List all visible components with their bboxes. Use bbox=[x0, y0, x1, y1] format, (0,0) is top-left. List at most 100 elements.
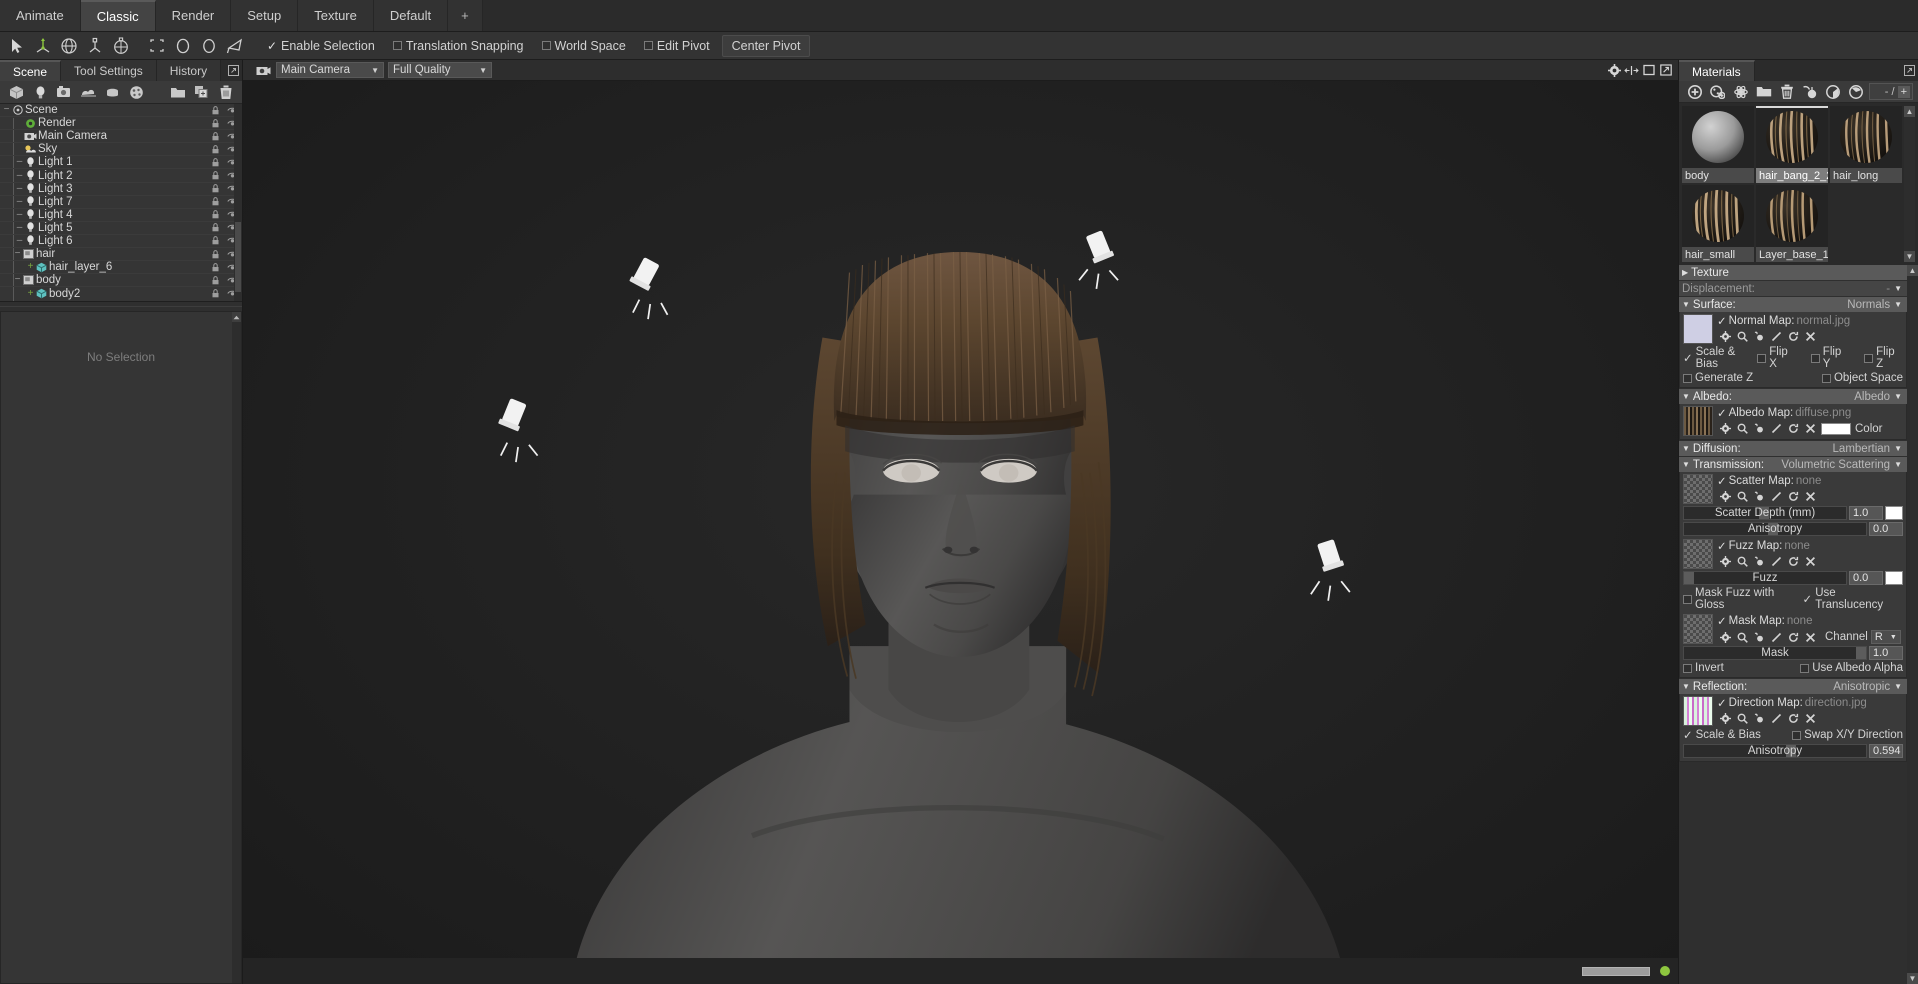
expander-toggle[interactable]: – bbox=[15, 235, 24, 246]
scene-tree[interactable]: − Scene Render Main Camera Sky – Light 1… bbox=[0, 104, 242, 302]
add-material-icon[interactable] bbox=[1684, 82, 1705, 101]
slider-track[interactable]: Anisotropy bbox=[1683, 744, 1867, 758]
toggle-swap-xy-direction[interactable]: Swap X/Y Direction bbox=[1792, 729, 1903, 741]
viewport-3d[interactable] bbox=[243, 81, 1678, 984]
mask-value[interactable]: 1.0 bbox=[1869, 646, 1903, 660]
new-folder-icon[interactable] bbox=[166, 82, 190, 102]
material-item-hair-small[interactable]: hair_small bbox=[1682, 185, 1754, 262]
workspace-tab-default[interactable]: Default bbox=[373, 0, 449, 31]
ellipse-marquee-icon[interactable] bbox=[170, 34, 196, 58]
reload-icon[interactable] bbox=[1787, 631, 1800, 644]
edit-icon[interactable] bbox=[1770, 555, 1783, 568]
expander-toggle[interactable]: − bbox=[13, 275, 22, 285]
toggle-flip-z[interactable]: Flip Z bbox=[1864, 346, 1903, 370]
clear-icon[interactable] bbox=[1804, 330, 1817, 343]
lock-toggle[interactable] bbox=[208, 249, 223, 259]
clear-icon[interactable] bbox=[1804, 490, 1817, 503]
workspace-tab-render[interactable]: Render bbox=[155, 0, 232, 31]
workspace-tab-classic[interactable]: Classic bbox=[80, 0, 156, 31]
fuzz-map-thumbnail[interactable] bbox=[1683, 539, 1713, 569]
direction-map-thumbnail[interactable] bbox=[1683, 696, 1713, 726]
search-icon[interactable] bbox=[1736, 712, 1749, 725]
toggle-translation-snapping[interactable]: Translation Snapping bbox=[384, 35, 533, 57]
tab-scene[interactable]: Scene bbox=[0, 60, 62, 81]
reflection-anisotropy-value[interactable]: 0.594 bbox=[1869, 744, 1903, 758]
check-icon[interactable]: ✓ bbox=[1717, 614, 1727, 628]
scatter-map-thumbnail[interactable] bbox=[1683, 474, 1713, 504]
eyedropper-icon[interactable] bbox=[1753, 712, 1766, 725]
clear-icon[interactable] bbox=[1804, 631, 1817, 644]
add-mesh-icon[interactable] bbox=[4, 82, 28, 102]
tree-item-light-5[interactable]: – Light 5 bbox=[0, 222, 242, 235]
reload-icon[interactable] bbox=[1787, 712, 1800, 725]
eyedropper-icon[interactable] bbox=[1753, 330, 1766, 343]
select-material-icon[interactable] bbox=[1846, 82, 1867, 101]
expander-toggle[interactable]: – bbox=[15, 183, 24, 194]
reload-icon[interactable] bbox=[1787, 422, 1800, 435]
workspace-tab-animate[interactable]: Animate bbox=[0, 0, 81, 31]
tree-item-light-3[interactable]: – Light 3 bbox=[0, 183, 242, 196]
search-icon[interactable] bbox=[1736, 330, 1749, 343]
tree-item-body2[interactable]: + body2 bbox=[0, 287, 242, 300]
properties-scrollbar[interactable] bbox=[232, 312, 241, 983]
expander-toggle[interactable]: + bbox=[26, 288, 35, 299]
materials-scrollbar[interactable]: ▲ ▼ bbox=[1904, 106, 1915, 262]
reflection-anisotropy-slider[interactable]: Anisotropy 0.594 bbox=[1683, 744, 1903, 758]
normal-map-thumbnail[interactable] bbox=[1683, 314, 1713, 344]
assign-material-icon[interactable] bbox=[1799, 82, 1820, 101]
tree-item-light-4[interactable]: – Light 4 bbox=[0, 209, 242, 222]
lock-toggle[interactable] bbox=[208, 184, 223, 193]
section-header-surface[interactable]: ▼ Surface: Normals ▼ bbox=[1679, 297, 1907, 312]
material-item-body[interactable]: body bbox=[1682, 106, 1754, 183]
slider-handle[interactable] bbox=[1684, 572, 1694, 584]
slider-handle[interactable] bbox=[1856, 647, 1866, 659]
check-icon[interactable]: ✓ bbox=[1717, 474, 1727, 488]
clear-icon[interactable] bbox=[1804, 422, 1817, 435]
lock-toggle[interactable] bbox=[208, 236, 223, 245]
check-icon[interactable]: ✓ bbox=[1717, 696, 1727, 710]
add-light-icon[interactable] bbox=[28, 82, 52, 102]
scrollbar-thumb[interactable] bbox=[235, 222, 241, 292]
tree-item-light-2[interactable]: – Light 2 bbox=[0, 169, 242, 183]
select-arrow-icon[interactable] bbox=[4, 34, 30, 58]
tree-item-light-1[interactable]: – Light 1 bbox=[0, 156, 242, 170]
tree-item-light-6[interactable]: – Light 6 bbox=[0, 235, 242, 249]
scene-tree-scrollbar[interactable] bbox=[234, 104, 242, 301]
scale-gizmo-icon[interactable] bbox=[82, 34, 108, 58]
scroll-up-arrow-icon[interactable]: ▲ bbox=[1904, 106, 1915, 117]
lasso-select-icon[interactable] bbox=[222, 34, 248, 58]
scatter-depth-color-swatch[interactable] bbox=[1885, 506, 1903, 520]
lock-toggle[interactable] bbox=[208, 223, 223, 232]
mask-map-thumbnail[interactable] bbox=[1683, 614, 1713, 644]
section-header-transmission[interactable]: ▼ Transmission: Volumetric Scattering ▼ bbox=[1679, 457, 1907, 472]
folder-icon[interactable] bbox=[1753, 82, 1774, 101]
edit-icon[interactable] bbox=[1770, 330, 1783, 343]
lock-toggle[interactable] bbox=[208, 262, 223, 272]
camera-icon[interactable] bbox=[255, 61, 272, 79]
check-icon[interactable]: ✓ bbox=[1717, 539, 1727, 553]
lock-toggle[interactable] bbox=[208, 197, 223, 206]
scroll-up-arrow-icon[interactable] bbox=[232, 312, 241, 322]
eyedropper-icon[interactable] bbox=[1753, 422, 1766, 435]
gear-icon[interactable] bbox=[1606, 61, 1623, 79]
panel-splitter[interactable] bbox=[0, 302, 242, 311]
expander-toggle[interactable]: – bbox=[15, 196, 24, 207]
anisotropy-slider[interactable]: Anisotropy 0.0 bbox=[1683, 522, 1903, 536]
edit-icon[interactable] bbox=[1770, 422, 1783, 435]
check-icon[interactable]: ✓ bbox=[1717, 406, 1727, 420]
material-item-hair-long[interactable]: hair_long bbox=[1830, 106, 1902, 183]
split-view-icon[interactable] bbox=[1623, 61, 1640, 79]
toggle-use-translucency[interactable]: ✓ Use Translucency bbox=[1803, 587, 1903, 611]
slider-track[interactable]: Fuzz bbox=[1683, 571, 1847, 585]
albedo-map-thumbnail[interactable] bbox=[1683, 406, 1713, 436]
duplicate-material-icon[interactable] bbox=[1707, 82, 1728, 101]
tree-item-scene[interactable]: − Scene bbox=[0, 104, 242, 118]
expander-toggle[interactable]: – bbox=[15, 222, 24, 233]
lock-toggle[interactable] bbox=[208, 210, 223, 219]
reload-icon[interactable] bbox=[1787, 490, 1800, 503]
add-material-icon[interactable] bbox=[124, 82, 148, 102]
material-count-field[interactable]: - / + bbox=[1868, 83, 1913, 100]
lock-toggle[interactable] bbox=[208, 145, 223, 154]
eyedropper-icon[interactable] bbox=[1753, 631, 1766, 644]
material-item-hair-bang-2-2[interactable]: hair_bang_2_2 bbox=[1756, 106, 1828, 183]
